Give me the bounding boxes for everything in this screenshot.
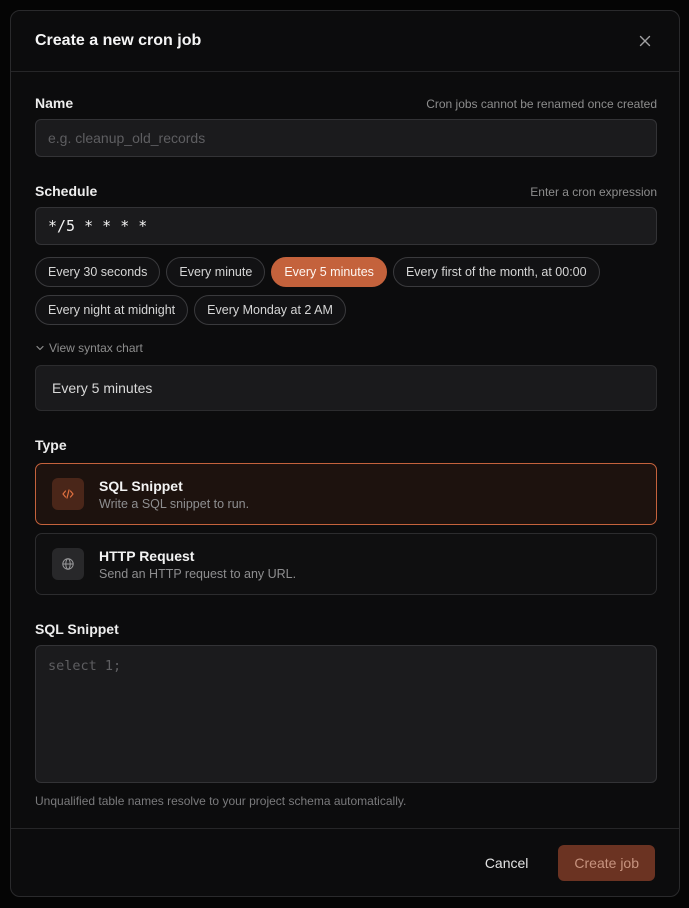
- schedule-input[interactable]: */5 * * * *: [35, 207, 657, 245]
- syntax-chart-toggle[interactable]: View syntax chart: [35, 341, 143, 355]
- preset-chip[interactable]: Every first of the month, at 00:00: [392, 257, 600, 287]
- preset-chip-selected[interactable]: Every 5 minutes: [271, 257, 387, 287]
- type-label: Type: [35, 437, 67, 453]
- sql-snippet-note: Unqualified table names resolve to your …: [35, 794, 407, 808]
- chevron-down-icon: [36, 345, 44, 351]
- schedule-presets: Every 30 seconds Every minute Every 5 mi…: [35, 257, 657, 325]
- preset-chip[interactable]: Every 30 seconds: [35, 257, 161, 287]
- schedule-description: Every 5 minutes: [35, 365, 657, 411]
- create-job-button[interactable]: Create job: [558, 845, 655, 881]
- name-hint: Cron jobs cannot be renamed once created: [426, 97, 657, 111]
- type-option-http-request[interactable]: HTTP Request Send an HTTP request to any…: [35, 533, 657, 595]
- dialog-footer: Cancel Create job: [11, 828, 679, 896]
- close-button[interactable]: [635, 31, 655, 51]
- type-option-title: HTTP Request: [99, 547, 195, 564]
- close-icon: [639, 35, 651, 47]
- sql-snippet-placeholder: select 1;: [48, 658, 122, 674]
- name-label: Name: [35, 95, 74, 111]
- globe-icon: [52, 548, 84, 580]
- sql-snippet-label: SQL Snippet: [35, 621, 119, 637]
- name-field-header: Name Cron jobs cannot be renamed once cr…: [35, 95, 657, 111]
- type-option-title: SQL Snippet: [99, 477, 183, 494]
- name-placeholder: e.g. cleanup_old_records: [48, 130, 206, 146]
- preset-chip[interactable]: Every Monday at 2 AM: [194, 295, 346, 325]
- dialog-header: Create a new cron job: [11, 11, 679, 72]
- preset-chip[interactable]: Every minute: [166, 257, 266, 287]
- schedule-field-header: Schedule Enter a cron expression: [35, 183, 657, 199]
- dialog-title: Create a new cron job: [35, 32, 202, 49]
- schedule-value: */5 * * * *: [48, 217, 148, 235]
- code-icon: [52, 478, 84, 510]
- syntax-toggle-label: View syntax chart: [49, 341, 143, 355]
- sql-snippet-editor[interactable]: select 1;: [35, 645, 657, 783]
- type-option-sql-snippet[interactable]: SQL Snippet Write a SQL snippet to run.: [35, 463, 657, 525]
- schedule-label: Schedule: [35, 183, 98, 199]
- name-input[interactable]: e.g. cleanup_old_records: [35, 119, 657, 157]
- type-option-description: Write a SQL snippet to run.: [99, 496, 250, 511]
- schedule-hint: Enter a cron expression: [530, 185, 657, 199]
- preset-chip[interactable]: Every night at midnight: [35, 295, 189, 325]
- cancel-button[interactable]: Cancel: [475, 847, 539, 879]
- schedule-description-text: Every 5 minutes: [52, 380, 153, 396]
- create-cron-job-dialog: Create a new cron job Name Cron jobs can…: [10, 10, 680, 897]
- type-option-description: Send an HTTP request to any URL.: [99, 566, 297, 581]
